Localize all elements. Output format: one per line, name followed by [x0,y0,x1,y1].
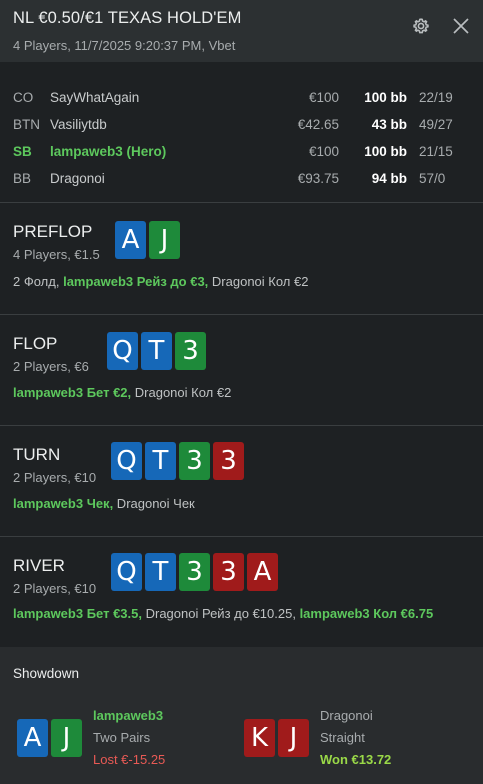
board-cards: Q T 3 3 A [111,553,278,591]
player-stack-bb: 100 bb [364,90,407,105]
showdown-result-lost: Lost €-15.25 [93,752,166,767]
playing-card: Q [111,553,142,591]
player-stack-bb: 43 bb [371,117,407,132]
playing-card: A [17,719,48,757]
hero-action: lampaweb3 Чек, [13,496,114,511]
player-name: Vasiliytdb [50,117,107,132]
hand-subtitle: 4 Players, 11/7/2025 9:20:37 PM, Vbet [13,38,236,53]
showdown-hand-rank: Straight [320,730,365,745]
hand-title: NL €0.50/€1 TEXAS HOLD'EM [13,9,242,27]
showdown-title: Showdown [13,666,80,681]
divider [0,202,483,203]
board-cards: Q T 3 3 [111,442,244,480]
player-row[interactable]: BB Dragonoi €93.75 94 bb 57/0 [0,165,483,192]
playing-card: 3 [213,442,244,480]
street-actions: lampaweb3 Чек, Dragonoi Чек [13,496,195,511]
playing-card: A [247,553,278,591]
action-text: Dragonoi Рейз до €10.25, [142,606,300,621]
playing-card: K [244,719,275,757]
street-meta: 2 Players, €10 [13,581,97,596]
player-stack: €93.75 [297,171,339,186]
divider [0,536,483,537]
showdown-panel: Showdown A J lampaweb3 Two Pairs Lost €-… [0,647,483,784]
hero-action: lampaweb3 Рейз до €3, [63,274,209,289]
playing-card: J [149,221,180,259]
board-cards: Q T 3 [107,332,206,370]
gear-icon[interactable] [411,16,431,36]
playing-card: T [141,332,172,370]
street-meta: 2 Players, €6 [13,359,89,374]
hero-action: lampaweb3 Бет €2, [13,385,132,400]
player-stats: 49/27 [419,117,453,132]
street-actions: lampaweb3 Бет €2, Dragonoi Кол €2 [13,385,231,400]
playing-card: Q [107,332,138,370]
street-name: PREFLOP [13,222,93,241]
player-row-hero[interactable]: SB lampaweb3 (Hero) €100 100 bb 21/15 [0,138,483,165]
playing-card: A [115,221,146,259]
close-icon[interactable] [451,16,471,36]
playing-card: 3 [175,332,206,370]
street-meta: 4 Players, €1.5 [13,247,100,262]
hero-action: lampaweb3 Кол €6.75 [299,606,434,621]
board-cards: A J [115,221,180,259]
player-name: SayWhatAgain [50,90,140,105]
showdown-result-won: Won €13.72 [320,752,392,767]
playing-card: J [278,719,309,757]
player-stats: 21/15 [419,144,453,159]
villain-hole-cards: K J [244,719,309,757]
player-stack-bb: 94 bb [371,171,407,186]
player-name: Dragonoi [50,171,105,186]
player-position: SB [13,144,32,159]
player-stack: €100 [308,144,339,159]
playing-card: 3 [213,553,244,591]
player-position: BB [13,171,32,186]
street-actions: lampaweb3 Бет €3.5, Dragonoi Рейз до €10… [13,606,433,621]
player-stack: €100 [308,90,339,105]
showdown-hand-rank: Two Pairs [93,730,151,745]
player-stats: 22/19 [419,90,453,105]
playing-card: T [145,442,176,480]
player-name: lampaweb3 (Hero) [50,144,167,159]
playing-card: J [51,719,82,757]
hero-action: lampaweb3 Бет €3.5, [13,606,142,621]
street-name: FLOP [13,334,58,353]
player-stats: 57/0 [419,171,446,186]
playing-card: 3 [179,442,210,480]
street-actions: 2 Фолд, lampaweb3 Рейз до €3, Dragonoi К… [13,274,308,289]
showdown-player-name: lampaweb3 [93,708,164,723]
player-position: BTN [13,117,40,132]
player-position: CO [13,90,34,105]
showdown-player-name: Dragonoi [320,708,373,723]
action-text: Dragonoi Кол €2 [208,274,309,289]
hand-header: NL €0.50/€1 TEXAS HOLD'EM 4 Players, 11/… [0,0,483,62]
player-stack: €42.65 [297,117,339,132]
street-meta: 2 Players, €10 [13,470,97,485]
divider [0,425,483,426]
playing-card: 3 [179,553,210,591]
street-name: RIVER [13,556,65,575]
divider [0,314,483,315]
playing-card: Q [111,442,142,480]
action-text: Dragonoi Чек [113,496,195,511]
action-text: Dragonoi Кол €2 [131,385,232,400]
player-row[interactable]: BTN Vasiliytdb €42.65 43 bb 49/27 [0,111,483,138]
street-name: TURN [13,445,61,464]
action-text: 2 Фолд, [13,274,64,289]
player-row[interactable]: CO SayWhatAgain €100 100 bb 22/19 [0,84,483,111]
hero-hole-cards: A J [17,719,82,757]
playing-card: T [145,553,176,591]
player-stack-bb: 100 bb [364,144,407,159]
